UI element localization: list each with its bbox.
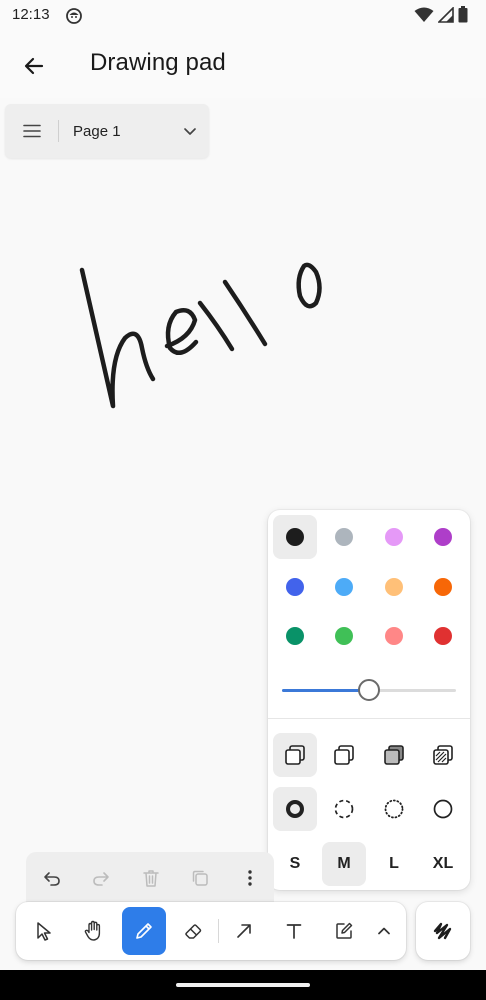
duplicate-button[interactable] bbox=[186, 864, 214, 892]
back-button[interactable] bbox=[14, 46, 54, 86]
fill-solid-icon bbox=[384, 745, 404, 765]
color-dot bbox=[335, 627, 353, 645]
arrow-up-right-icon bbox=[237, 924, 251, 938]
style-panel: S M L XL bbox=[268, 510, 470, 890]
color-swatch-yellow[interactable] bbox=[372, 565, 416, 609]
undo-icon bbox=[44, 872, 60, 886]
redo-button[interactable] bbox=[87, 864, 115, 892]
delete-button[interactable] bbox=[137, 864, 165, 892]
color-dot bbox=[385, 528, 403, 546]
color-swatch-light-blue[interactable] bbox=[322, 565, 366, 609]
more-tools-button[interactable] bbox=[362, 907, 406, 955]
fill-none-button[interactable] bbox=[273, 733, 317, 777]
size-l-button[interactable]: L bbox=[372, 842, 416, 886]
scribble-icon bbox=[433, 922, 452, 940]
color-swatch-light-red[interactable] bbox=[372, 614, 416, 658]
app-notification-icon bbox=[66, 8, 82, 24]
wifi-icon bbox=[414, 7, 434, 22]
color-dot bbox=[434, 627, 452, 645]
dash-solid-button[interactable] bbox=[421, 787, 465, 831]
undo-button[interactable] bbox=[38, 864, 66, 892]
dash-dotted-icon bbox=[384, 799, 404, 819]
color-swatch-light-violet[interactable] bbox=[372, 515, 416, 559]
fill-semi-icon bbox=[334, 745, 354, 765]
color-dot bbox=[385, 578, 403, 596]
more-actions-button[interactable] bbox=[236, 864, 264, 892]
page-title: Drawing pad bbox=[90, 49, 226, 76]
text-tool-button[interactable] bbox=[272, 907, 316, 955]
pencil-icon bbox=[136, 923, 152, 939]
signal-icon bbox=[438, 6, 454, 23]
redo-icon bbox=[93, 872, 109, 886]
slider-thumb[interactable] bbox=[358, 679, 380, 701]
hand-tool-button[interactable] bbox=[72, 907, 116, 955]
dash-dashed-icon bbox=[334, 799, 354, 819]
handwritten-stroke bbox=[79, 262, 322, 409]
color-dot bbox=[286, 578, 304, 596]
system-nav-bar bbox=[0, 970, 486, 1000]
size-xl-button[interactable]: XL bbox=[421, 842, 465, 886]
text-t-icon bbox=[286, 924, 302, 939]
status-time: 12:13 bbox=[12, 6, 50, 23]
hand-icon bbox=[84, 920, 101, 941]
color-swatch-orange[interactable] bbox=[421, 565, 465, 609]
status-icons bbox=[414, 6, 468, 23]
color-dot bbox=[335, 578, 353, 596]
size-s-button[interactable]: S bbox=[273, 842, 317, 886]
style-panel-toggle[interactable] bbox=[416, 902, 470, 960]
page-menu[interactable]: Page 1 bbox=[5, 104, 209, 158]
fill-pattern-button[interactable] bbox=[421, 733, 465, 777]
more-vertical-icon bbox=[248, 870, 252, 886]
fill-solid-button[interactable] bbox=[372, 733, 416, 777]
trash-icon bbox=[143, 870, 159, 887]
chevron-up-icon bbox=[378, 927, 390, 935]
hamburger-menu-icon[interactable] bbox=[22, 121, 42, 141]
color-swatch-grey[interactable] bbox=[322, 515, 366, 559]
status-bar: 12:13 bbox=[0, 0, 486, 32]
color-dot bbox=[286, 528, 304, 546]
arrow-left-icon bbox=[24, 57, 44, 75]
color-swatch-violet[interactable] bbox=[421, 515, 465, 559]
panel-divider bbox=[268, 718, 470, 719]
note-edit-icon bbox=[336, 922, 353, 939]
slider-fill bbox=[282, 689, 369, 692]
arrow-tool-button[interactable] bbox=[222, 907, 266, 955]
color-dot bbox=[335, 528, 353, 546]
note-tool-button[interactable] bbox=[322, 907, 366, 955]
action-bar bbox=[26, 852, 274, 904]
home-handle[interactable] bbox=[176, 983, 310, 987]
toolbar bbox=[16, 902, 406, 960]
fill-semi-button[interactable] bbox=[322, 733, 366, 777]
eraser-tool-button[interactable] bbox=[172, 907, 216, 955]
color-dot bbox=[434, 528, 452, 546]
battery-icon bbox=[458, 6, 468, 23]
app-bar: Drawing pad bbox=[0, 32, 486, 98]
size-m-button[interactable]: M bbox=[322, 842, 366, 886]
page-menu-divider bbox=[58, 120, 59, 142]
fill-none-icon bbox=[285, 745, 305, 765]
duplicate-icon bbox=[192, 870, 208, 886]
dash-dotted-button[interactable] bbox=[372, 787, 416, 831]
fill-pattern-icon bbox=[433, 745, 453, 765]
dash-draw-icon bbox=[286, 800, 304, 818]
page-label[interactable]: Page 1 bbox=[73, 123, 121, 140]
select-tool-button[interactable] bbox=[22, 907, 66, 955]
draw-tool-button[interactable] bbox=[122, 907, 166, 955]
dash-solid-icon bbox=[433, 799, 453, 819]
dash-draw-button[interactable] bbox=[273, 787, 317, 831]
color-swatch-light-green[interactable] bbox=[322, 614, 366, 658]
dash-dashed-button[interactable] bbox=[322, 787, 366, 831]
color-dot bbox=[385, 627, 403, 645]
color-swatch-blue[interactable] bbox=[273, 565, 317, 609]
chevron-down-icon[interactable] bbox=[181, 122, 199, 140]
color-swatch-black[interactable] bbox=[273, 515, 317, 559]
toolbar-separator bbox=[218, 919, 219, 943]
color-swatch-red[interactable] bbox=[421, 614, 465, 658]
color-dot bbox=[286, 627, 304, 645]
color-dot bbox=[434, 578, 452, 596]
eraser-icon bbox=[185, 924, 202, 939]
cursor-arrow-icon bbox=[37, 922, 51, 941]
color-swatch-green[interactable] bbox=[273, 614, 317, 658]
